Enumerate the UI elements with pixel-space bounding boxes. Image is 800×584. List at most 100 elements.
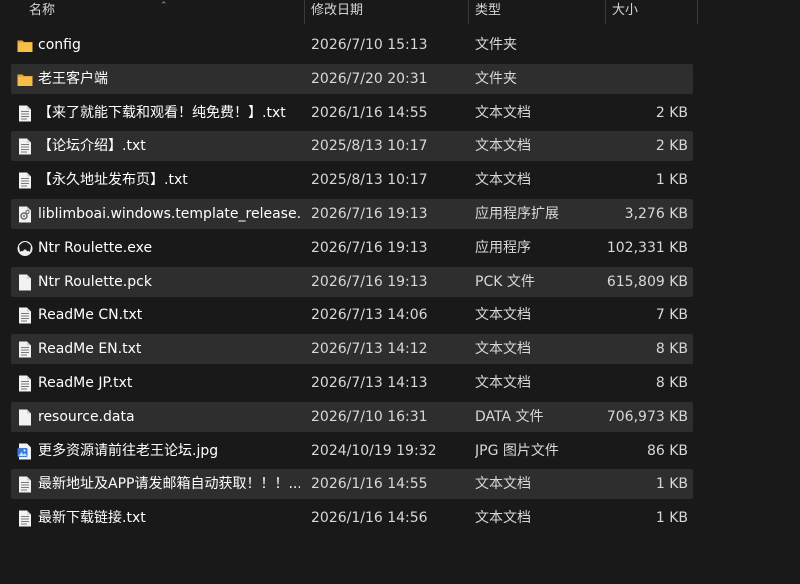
file-name: Ntr Roulette.exe [38,239,153,256]
file-type: 文本文档 [475,375,531,391]
file-date: 2025/8/13 10:17 [311,172,428,189]
file-date: 2026/7/10 15:13 [311,37,428,53]
file-row[interactable]: ReadMe CN.txt 2026/7/13 14:06 文本文档 7 KB [11,300,693,330]
file-date: 2026/7/16 19:13 [311,239,428,256]
file-name: Ntr Roulette.pck [38,273,152,290]
file-name: ReadMe CN.txt [38,307,143,324]
file-name: 老王客户端 [38,70,108,87]
text-file-icon [17,341,33,358]
file-size: 8 KB [655,375,688,391]
file-size: 3,276 KB [624,206,688,222]
file-name: ReadMe EN.txt [38,341,142,358]
file-row[interactable]: ReadMe JP.txt 2026/7/13 14:13 文本文档 8 KB [11,368,693,398]
file-row[interactable]: Ntr Roulette.pck 2026/7/16 19:13 PCK 文件 615… [11,266,693,297]
dll-file-icon [17,206,33,223]
column-header-name-label: 名称 [29,3,56,18]
blank-file-icon [17,274,33,291]
file-name: 最新地址及APP请发邮箱自动获取！！！... [38,476,300,493]
file-type: JPG 图片文件 [475,442,559,459]
file-type: DATA 文件 [475,408,544,425]
file-row[interactable]: 【论坛介绍】.txt 2025/8/13 10:17 文本文档 2 KB [11,131,693,162]
column-header-bar: ⌃ 名称 修改日期 类型 大小 [0,0,800,24]
column-header-size[interactable]: 大小 [606,0,698,24]
column-header-type[interactable]: 类型 [469,0,606,24]
file-name: 【论坛介绍】.txt [38,138,146,155]
file-name: ReadMe JP.txt [38,375,133,391]
file-name: config [38,37,81,53]
image-file-icon [17,443,33,460]
file-row[interactable]: ReadMe EN.txt 2026/7/13 14:12 文本文档 8 KB [11,334,693,365]
file-date: 2026/7/16 19:13 [311,206,428,222]
file-name: 【来了就能下载和观看！纯免费！】.txt [38,104,286,121]
text-file-icon [17,307,33,324]
file-type: 文本文档 [475,341,531,358]
file-row[interactable]: 老王客户端 2026/7/20 20:31 文件夹 [11,63,693,94]
column-header-name[interactable]: ⌃ 名称 [0,0,305,24]
file-size: 1 KB [655,510,688,527]
text-file-icon [17,476,33,493]
file-row[interactable]: config 2026/7/10 15:13 文件夹 [11,30,693,60]
blank-file-icon [17,409,33,426]
file-date: 2026/7/13 14:12 [311,341,428,358]
folder-icon [17,71,33,88]
file-size: 102,331 KB [606,239,688,256]
file-date: 2026/1/16 14:55 [311,476,428,493]
app-icon [17,240,33,257]
file-type: 文本文档 [475,476,531,493]
file-date: 2026/7/13 14:06 [311,307,428,324]
file-name: 更多资源请前往老王论坛.jpg [38,442,219,459]
file-size: 2 KB [655,138,688,155]
file-date: 2026/1/16 14:55 [311,104,428,121]
file-row[interactable]: 最新地址及APP请发邮箱自动获取！！！... 2026/1/16 14:55 文本文… [11,469,693,500]
file-size [591,64,688,94]
file-type: 文件夹 [475,70,517,87]
file-date: 2025/8/13 10:17 [311,138,428,155]
column-header-size-label: 大小 [612,3,639,18]
file-date: 2026/7/10 16:31 [311,408,428,425]
file-size: 706,973 KB [606,408,688,425]
file-size: 2 KB [655,104,688,121]
file-size: 1 KB [655,476,688,493]
file-date: 2026/7/16 19:13 [311,273,428,290]
file-type: 文本文档 [475,172,531,189]
file-date: 2024/10/19 19:32 [311,442,437,459]
file-row[interactable]: 【永久地址发布页】.txt 2025/8/13 10:17 文本文档 1 KB [11,165,693,195]
file-size: 7 KB [655,307,688,324]
file-row[interactable]: 更多资源请前往老王论坛.jpg 2024/10/19 19:32 JPG 图片文件 8… [11,436,693,466]
folder-icon [17,37,33,54]
file-row[interactable]: 最新下载链接.txt 2026/1/16 14:56 文本文档 1 KB [11,503,693,533]
file-type: 应用程序 [475,239,531,256]
column-header-date-label: 修改日期 [311,3,364,18]
file-type: 应用程序扩展 [475,206,559,222]
file-row[interactable]: resource.data 2026/7/10 16:31 DATA 文件 706,9… [11,401,693,432]
file-type: 文件夹 [475,37,517,53]
file-size: 615,809 KB [606,273,688,290]
file-row[interactable]: liblimboai.windows.template_release... 20… [11,199,693,229]
file-date: 2026/1/16 14:56 [311,510,428,527]
file-name: resource.data [38,408,135,425]
file-type: 文本文档 [475,138,531,155]
file-size [591,30,688,60]
sort-caret-icon: ⌃ [160,1,168,11]
file-name: liblimboai.windows.template_release... [38,206,300,222]
file-size: 8 KB [655,341,688,358]
text-file-icon [17,138,33,155]
text-file-icon [17,510,33,527]
column-header-date[interactable]: 修改日期 [305,0,469,24]
file-type: 文本文档 [475,510,531,527]
text-file-icon [17,105,33,122]
file-date: 2026/7/20 20:31 [311,70,428,87]
file-name: 最新下载链接.txt [38,510,146,527]
file-size: 1 KB [655,172,688,189]
column-header-type-label: 类型 [475,3,502,18]
file-size: 86 KB [646,442,688,459]
file-row[interactable]: Ntr Roulette.exe 2026/7/16 19:13 应用程序 102,3… [11,233,693,263]
file-date: 2026/7/13 14:13 [311,375,428,391]
file-row[interactable]: 【来了就能下载和观看！纯免费！】.txt 2026/1/16 14:55 文本文档 2… [11,98,693,128]
file-name: 【永久地址发布页】.txt [38,172,188,189]
text-file-icon [17,375,33,392]
file-type: 文本文档 [475,307,531,324]
text-file-icon [17,172,33,189]
file-type: PCK 文件 [475,273,535,290]
file-type: 文本文档 [475,104,531,121]
